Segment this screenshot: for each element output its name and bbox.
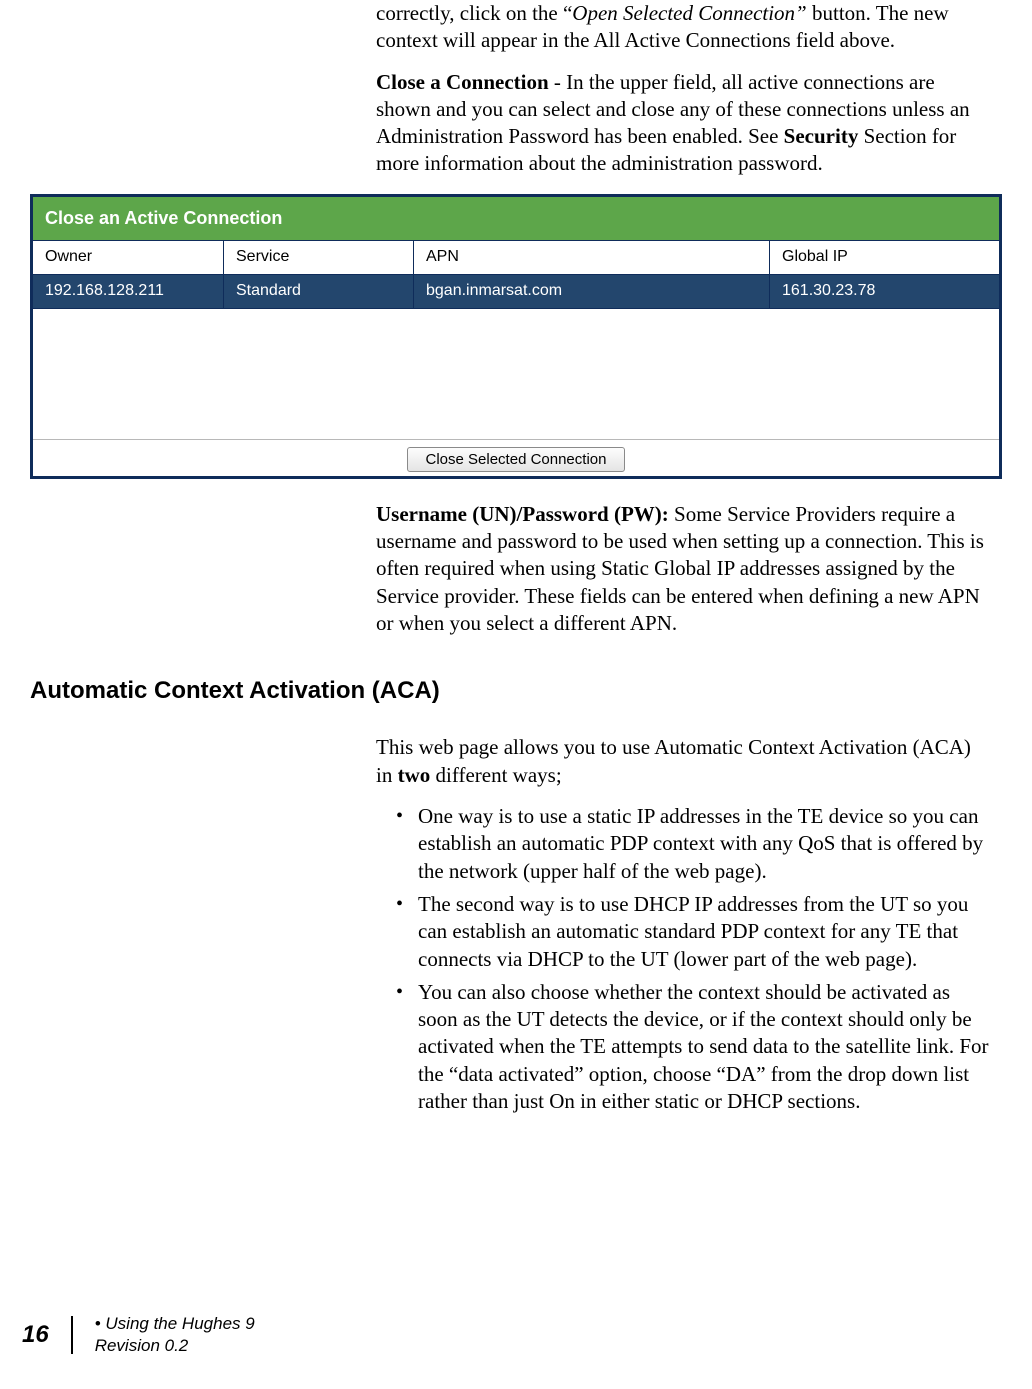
table-row[interactable]: 192.168.128.211 Standard bgan.inmarsat.c… (33, 275, 999, 309)
aca-intro: This web page allows you to use Automati… (376, 734, 992, 789)
footer-line1: Using the Hughes 9 (95, 1314, 255, 1333)
list-item: The second way is to use DHCP IP address… (396, 891, 992, 973)
close-connection-paragraph: Close a Connection - In the upper field,… (376, 69, 992, 178)
cell-apn: bgan.inmarsat.com (413, 275, 769, 308)
col-header-service: Service (223, 241, 413, 274)
cell-global-ip: 161.30.23.78 (769, 275, 999, 308)
table-empty-area (33, 309, 999, 439)
close-selected-connection-button[interactable]: Close Selected Connection (407, 447, 626, 472)
footer-text: Using the Hughes 9 Revision 0.2 (73, 1313, 255, 1357)
footer-line2: Revision 0.2 (95, 1336, 189, 1355)
col-header-apn: APN (413, 241, 769, 274)
col-header-owner: Owner (33, 241, 223, 274)
aca-bullet-list: One way is to use a static IP addresses … (396, 803, 992, 1115)
page-footer: 16 Using the Hughes 9 Revision 0.2 (22, 1313, 255, 1357)
button-row: Close Selected Connection (33, 439, 999, 476)
list-item: One way is to use a static IP addresses … (396, 803, 992, 885)
aca-heading: Automatic Context Activation (ACA) (30, 675, 1002, 706)
table-header-row: Owner Service APN Global IP (33, 241, 999, 275)
list-item: You can also choose whether the context … (396, 979, 992, 1115)
unpw-paragraph: Username (UN)/Password (PW): Some Servic… (376, 501, 992, 637)
close-connection-panel: Close an Active Connection Owner Service… (30, 194, 1002, 479)
intro-continuation: correctly, click on the “Open Selected C… (376, 0, 992, 55)
cell-owner: 192.168.128.211 (33, 275, 223, 308)
cell-service: Standard (223, 275, 413, 308)
panel-title: Close an Active Connection (33, 197, 999, 241)
col-header-global-ip: Global IP (769, 241, 999, 274)
page-number: 16 (22, 1316, 73, 1354)
